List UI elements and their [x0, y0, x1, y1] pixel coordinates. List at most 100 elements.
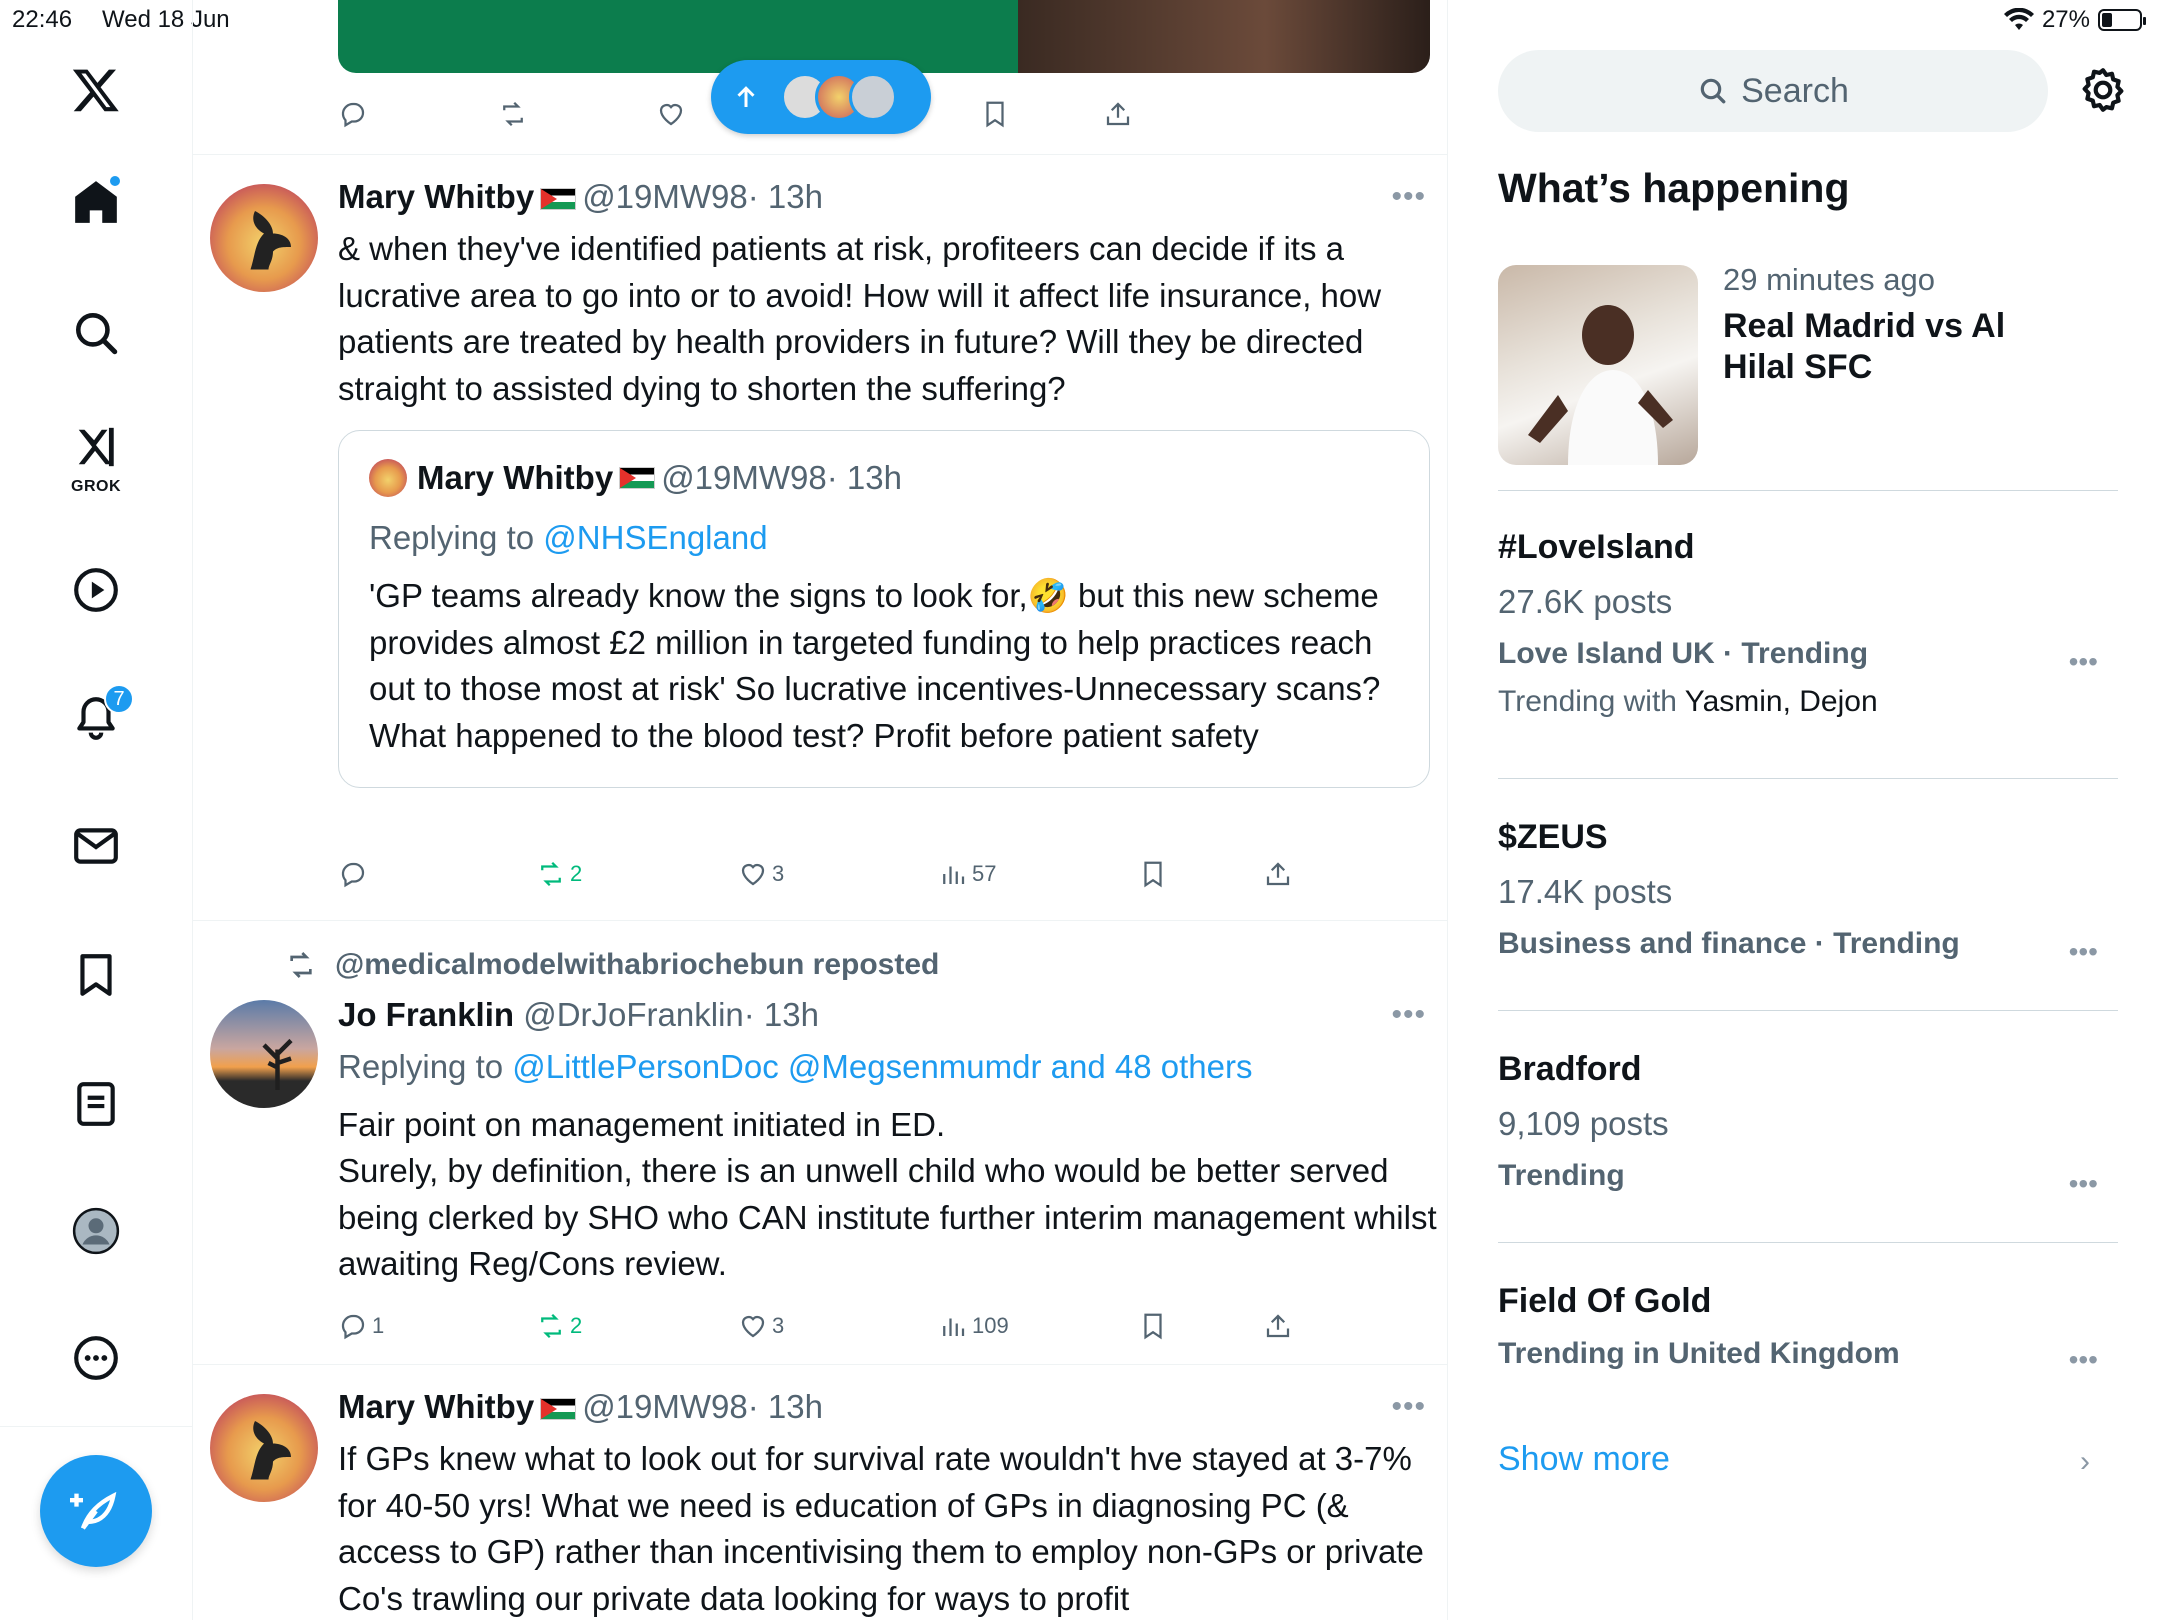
bookmark-button[interactable] [1138, 1306, 1168, 1346]
post-text: & when they've identified patients at ri… [338, 230, 1382, 407]
more-options-icon[interactable] [58, 1320, 134, 1396]
trend-post-count: 27.6K posts [1498, 583, 1673, 620]
trend-category: Trending in United Kingdom [1498, 1337, 1900, 1370]
home-icon[interactable] [58, 164, 134, 240]
post-header: Mary Whitby @19MW98· 13h [338, 178, 823, 216]
home-unread-dot [108, 174, 122, 188]
trend-item[interactable]: Field Of Gold Trending in United Kingdom… [1498, 1282, 2118, 1375]
views-button[interactable]: 57 [938, 854, 996, 894]
replying-to-link[interactable]: @NHSEngland [543, 519, 767, 556]
messages-icon[interactable] [58, 808, 134, 884]
replying-to-label: Replying to [369, 519, 535, 556]
news-title[interactable]: Real Madrid vs Al Hilal SFC [1723, 306, 2053, 388]
news-thumbnail[interactable] [1498, 265, 1698, 465]
author-handle[interactable]: @19MW98 [582, 178, 748, 215]
author-name[interactable]: Jo Franklin [338, 996, 514, 1033]
repost-icon [541, 861, 561, 887]
bookmark-button[interactable] [980, 94, 1010, 134]
lists-icon[interactable] [58, 1066, 134, 1142]
author-handle[interactable]: @DrJoFranklin [523, 996, 744, 1033]
post-more-icon[interactable]: ••• [1391, 998, 1426, 1032]
repost-button[interactable]: 2 [536, 1306, 582, 1346]
reply-count: 1 [372, 1313, 385, 1338]
author-avatar[interactable] [210, 1394, 318, 1502]
search-input[interactable]: Search [1498, 50, 2048, 132]
reply-button[interactable]: 1 [338, 1306, 384, 1346]
bookmark-button[interactable] [1138, 854, 1168, 894]
reposted-by-line: @medicalmodelwithabriochebun reposted [285, 948, 939, 982]
post-time: · 13h [747, 178, 823, 215]
views-chart-icon [943, 866, 965, 884]
post-more-icon[interactable]: ••• [1391, 1390, 1426, 1424]
trend-more-icon[interactable]: ••• [2069, 1344, 2098, 1376]
trend-item[interactable]: Bradford 9,109 posts Trending ••• [1498, 1050, 2118, 1199]
video-icon[interactable] [58, 552, 134, 628]
author-avatar[interactable] [210, 1000, 318, 1108]
share-button[interactable] [1263, 1306, 1293, 1346]
chevron-right-icon[interactable]: › [2080, 1445, 2090, 1479]
bookmark-icon [1144, 1313, 1162, 1340]
like-count: 3 [772, 861, 785, 886]
repost-button[interactable]: 2 [536, 854, 582, 894]
author-name[interactable]: Mary Whitby [338, 178, 534, 215]
share-button[interactable] [1263, 854, 1293, 894]
trend-with-label: Trending with [1498, 685, 1677, 718]
post-header: Jo Franklin @DrJoFranklin· 13h [338, 996, 819, 1034]
search-icon[interactable] [58, 295, 134, 371]
notifications-icon[interactable]: 7 [58, 680, 134, 756]
replying-to-label: Replying to [338, 1048, 504, 1085]
nav-divider [0, 1426, 193, 1427]
new-posts-pill[interactable] [711, 60, 931, 134]
whats-happening-heading: What’s happening [1498, 165, 1850, 211]
trend-post-count: 9,109 posts [1498, 1105, 1669, 1142]
post-more-icon[interactable]: ••• [1391, 180, 1426, 214]
author-handle[interactable]: @19MW98 [582, 1388, 748, 1425]
trend-category: Love Island UK · Trending [1498, 637, 1869, 670]
like-button[interactable]: 3 [738, 1306, 784, 1346]
repost-button[interactable] [498, 94, 528, 134]
share-icon [1266, 1314, 1290, 1338]
trend-item[interactable]: $ZEUS 17.4K posts Business and finance ·… [1498, 818, 2118, 967]
show-more-link[interactable]: Show more [1498, 1440, 1670, 1479]
quoted-post-text: 'GP teams already know the signs to look… [369, 573, 1409, 759]
post-header: Mary Whitby @19MW98· 13h [338, 1388, 823, 1426]
trend-title: #LoveIsland [1498, 528, 1695, 566]
heart-icon [741, 863, 765, 886]
grok-icon[interactable]: GROK [58, 420, 134, 496]
share-icon [1106, 102, 1130, 126]
trend-category: Trending [1498, 1159, 1625, 1192]
reply-button[interactable] [338, 854, 372, 894]
rolling-laughing-emoji: 🤣 [1027, 577, 1069, 614]
share-button[interactable] [1103, 94, 1133, 134]
compose-post-button[interactable] [40, 1455, 152, 1567]
trend-item[interactable]: #LoveIsland 27.6K posts Love Island UK ·… [1498, 528, 2118, 719]
reply-line: Replying to @LittlePersonDoc @Megsenmumd… [338, 1044, 1438, 1091]
palestine-flag-icon [619, 467, 656, 489]
palestine-flag-icon [540, 188, 577, 211]
views-button[interactable]: 109 [938, 1306, 1009, 1346]
trend-title: Bradford [1498, 1050, 1642, 1088]
x-logo-icon[interactable] [58, 52, 134, 128]
profile-avatar-icon[interactable] [58, 1193, 134, 1269]
trend-with-line: Trending with Yasmin, Dejon [1498, 685, 2118, 719]
post-divider [193, 1364, 1447, 1365]
views-chart-icon [943, 1318, 965, 1336]
trend-more-icon[interactable]: ••• [2069, 1168, 2098, 1200]
trend-more-icon[interactable]: ••• [2069, 936, 2098, 968]
settings-gear-icon[interactable] [2078, 65, 2128, 115]
author-name[interactable]: Mary Whitby [338, 1388, 534, 1425]
author-avatar[interactable] [210, 184, 318, 292]
compose-feather-icon [70, 1491, 117, 1530]
views-count: 57 [972, 861, 997, 886]
like-button[interactable]: 3 [738, 854, 784, 894]
trend-more-icon[interactable]: ••• [2069, 646, 2098, 678]
grok-label: GROK [71, 478, 121, 495]
replying-to-link[interactable]: @LittlePersonDoc @Megsenmumdr and 48 oth… [512, 1048, 1252, 1085]
post-actions: 2 3 57 [338, 854, 1430, 894]
quoted-post[interactable]: Mary Whitby @19MW98 · 13h Replying to @NHS… [338, 430, 1430, 788]
reposted-by-text[interactable]: @medicalmodelwithabriochebun reposted [335, 948, 939, 982]
reply-button[interactable] [338, 94, 368, 134]
bookmarks-icon[interactable] [58, 937, 134, 1013]
post-text-line-1: Fair point on management initiated in ED… [338, 1106, 946, 1143]
like-button[interactable] [656, 94, 686, 134]
